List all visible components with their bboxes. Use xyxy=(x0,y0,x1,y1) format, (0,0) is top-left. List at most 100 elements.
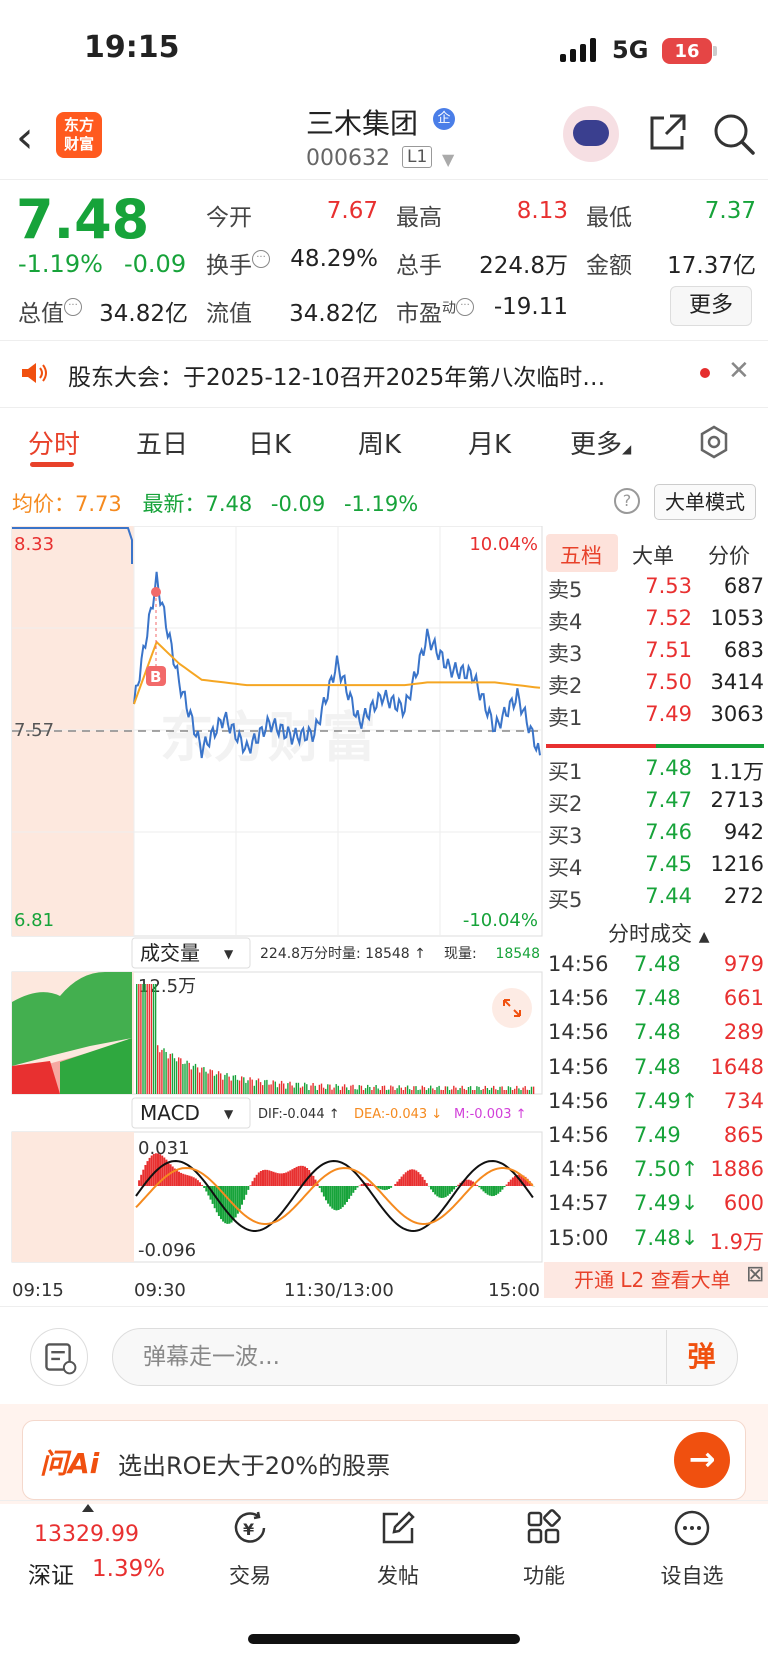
macd-bar xyxy=(348,1186,351,1199)
trades-title[interactable]: 分时成交 ▲ xyxy=(608,918,709,948)
volume-bar xyxy=(430,1085,432,1094)
volume-bar xyxy=(465,1090,468,1094)
amount-label: 金额 xyxy=(586,253,632,279)
bid-row[interactable]: 买2 7.47 2713 xyxy=(546,788,764,820)
bid-label: 买4 xyxy=(548,856,583,880)
volume-bar xyxy=(268,1084,270,1094)
volume-bar xyxy=(253,1085,255,1094)
volume-bar xyxy=(209,1069,211,1094)
back-icon[interactable]: ‹ xyxy=(16,112,56,164)
tab-five-day[interactable]: 五日 xyxy=(136,424,188,461)
macd-bar xyxy=(272,1171,275,1186)
nav-functions[interactable]: 功能 xyxy=(494,1508,594,1590)
index-percent[interactable]: 1.39% xyxy=(92,1556,165,1582)
tab-more[interactable]: 更多◢ xyxy=(570,424,631,461)
ask-row[interactable]: 卖1 7.49 3063 xyxy=(546,702,764,734)
trade-row: 14:56 7.48 289 xyxy=(546,1020,764,1054)
volume-bar xyxy=(423,1087,426,1094)
volume-bar xyxy=(213,1075,216,1094)
app-logo: 东方 财富 xyxy=(56,112,102,158)
volume-bar xyxy=(392,1086,394,1094)
unread-dot xyxy=(700,368,710,378)
ai-query-text[interactable]: 选出ROE大于20%的股票 xyxy=(118,1446,390,1481)
volume-bar xyxy=(257,1078,260,1094)
pct-bottom-label: -10.04% xyxy=(463,910,538,931)
search-icon[interactable] xyxy=(712,112,756,156)
caret-up-icon[interactable] xyxy=(82,1504,94,1512)
ask-row[interactable]: 卖3 7.51 683 xyxy=(546,638,764,670)
announcement-text[interactable]: 股东大会：于2025-12-10召开2025年第八次临时… xyxy=(68,358,605,392)
volume-bar xyxy=(287,1083,289,1094)
big-order-mode-button[interactable]: 大单模式 xyxy=(654,484,756,520)
volume-bar xyxy=(175,1061,178,1094)
nav-add-watchlist[interactable]: 设自选 xyxy=(642,1508,742,1590)
index-name[interactable]: 深证 xyxy=(28,1556,74,1590)
ask-row[interactable]: 卖2 7.50 3414 xyxy=(546,670,764,702)
macd-bar xyxy=(379,1186,382,1190)
bid-row[interactable]: 买4 7.45 1216 xyxy=(546,852,764,884)
bid-row[interactable]: 买5 7.44 272 xyxy=(546,884,764,916)
volume-bar xyxy=(367,1084,369,1094)
l2-upgrade-banner[interactable]: 开通 L2 查看大单 xyxy=(544,1262,768,1298)
mktcap-value: 34.82亿 xyxy=(99,301,188,327)
ask-row[interactable]: 卖5 7.53 687 xyxy=(546,574,764,606)
amount-value: 17.37亿 xyxy=(667,253,756,279)
tab-weekly-k[interactable]: 周K xyxy=(358,424,401,461)
danmaku-list-icon[interactable] xyxy=(30,1328,88,1386)
bid-row[interactable]: 买3 7.46 942 xyxy=(546,820,764,852)
svg-text:MACD: MACD xyxy=(140,1101,200,1125)
volume-bar xyxy=(451,1089,453,1094)
volume-bar xyxy=(262,1085,264,1094)
grid-icon xyxy=(527,1509,561,1544)
share-icon[interactable] xyxy=(648,112,688,152)
close-icon[interactable]: ⊠ xyxy=(746,1262,764,1287)
index-value[interactable]: 13329.99 xyxy=(34,1522,139,1547)
expand-icon[interactable] xyxy=(492,988,532,1028)
danmaku-input[interactable]: 弹幕走一波... xyxy=(112,1328,738,1386)
ask-row[interactable]: 卖4 7.52 1053 xyxy=(546,606,764,638)
stock-name[interactable]: 三木集团 xyxy=(306,102,418,142)
trade-volume: 734 xyxy=(723,1088,764,1113)
caret-down-icon[interactable]: ▼ xyxy=(442,150,454,169)
arrow-right-icon[interactable]: → xyxy=(674,1432,730,1488)
volume-bar xyxy=(356,1089,358,1094)
volume-bar xyxy=(501,1086,503,1094)
volume-bar xyxy=(322,1087,325,1094)
more-button[interactable]: 更多 xyxy=(670,286,752,326)
tab-five-levels[interactable]: 五档 xyxy=(560,540,602,570)
close-icon[interactable]: ✕ xyxy=(728,356,750,386)
tab-big-orders[interactable]: 大单 xyxy=(632,540,674,570)
y-mid-label: 7.57 xyxy=(14,720,54,741)
volume-bar xyxy=(419,1089,421,1094)
macd-bar xyxy=(266,1169,269,1186)
volume-bar xyxy=(375,1085,377,1094)
tab-daily-k[interactable]: 日K xyxy=(248,424,291,461)
volume-bar xyxy=(438,1085,440,1094)
tab-monthly-k[interactable]: 月K xyxy=(468,424,511,461)
volume-bar xyxy=(169,1053,171,1094)
bid-row[interactable]: 买1 7.48 1.1万 xyxy=(546,756,764,788)
volume-bar xyxy=(341,1086,344,1094)
nav-post[interactable]: 发帖 xyxy=(348,1508,448,1590)
volume-bar xyxy=(230,1080,232,1094)
tab-price-distribution[interactable]: 分价 xyxy=(708,540,750,570)
help-icon[interactable]: ? xyxy=(614,488,640,514)
volume-bar xyxy=(446,1086,449,1094)
ask-label: 卖2 xyxy=(548,674,583,698)
tab-intraday[interactable]: 分时 xyxy=(28,424,80,461)
gear-icon[interactable] xyxy=(696,424,732,460)
volume-bar xyxy=(188,1062,190,1094)
danmaku-send-button[interactable]: 弹 xyxy=(666,1330,736,1384)
volume-bar xyxy=(293,1087,295,1094)
network-type: 5G xyxy=(612,36,649,64)
volume-bar xyxy=(453,1085,455,1094)
trade-price: 7.48 xyxy=(634,952,681,976)
trade-time: 14:56 xyxy=(548,1054,609,1079)
volume-bar xyxy=(436,1087,438,1094)
nav-trade[interactable]: ¥ 交易 xyxy=(200,1508,300,1590)
intraday-chart[interactable]: 东方财富 B 8.33 7.57 6.81 10.04% -10.04% 成交量… xyxy=(10,526,544,1306)
ask-price: 7.51 xyxy=(645,638,692,662)
volume-bar xyxy=(390,1085,392,1094)
macd-bar xyxy=(175,1170,178,1186)
macd-bar xyxy=(178,1171,180,1186)
